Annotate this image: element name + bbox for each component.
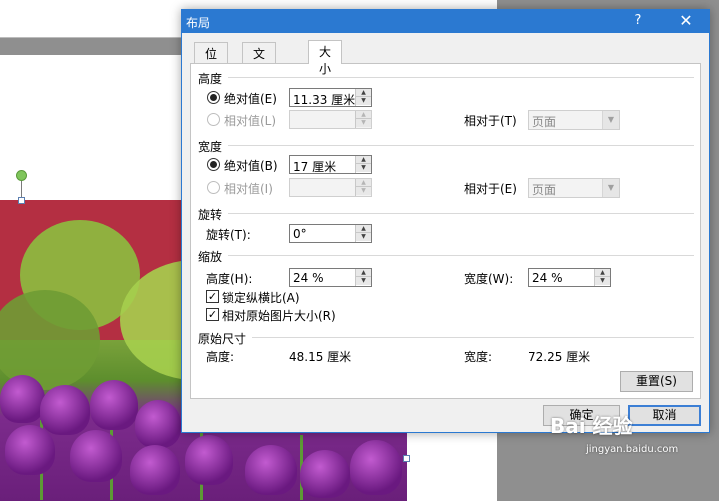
height-absolute-radio[interactable] [207, 91, 220, 104]
rotate-line [21, 180, 22, 198]
photo-tulip [40, 385, 90, 435]
tab-size[interactable]: 大小 [308, 40, 343, 76]
spin-up-icon[interactable]: ▲ [356, 89, 371, 97]
height-relative-stepper[interactable]: ▲ ▼ [289, 110, 372, 129]
width-relative-stepper[interactable]: ▲ ▼ [289, 178, 372, 197]
section-divider [228, 213, 694, 214]
scale-width-label: 宽度(W): [464, 272, 514, 286]
spin-up-icon[interactable]: ▲ [356, 156, 371, 164]
spin-up-icon[interactable]: ▲ [356, 179, 371, 187]
width-relative-to-value: 页面 [532, 183, 557, 197]
height-absolute-stepper[interactable]: 11.33 厘米 ▲ ▼ [289, 88, 372, 107]
rotation-label: 旋转(T): [206, 228, 251, 242]
spin-down-icon[interactable]: ▼ [356, 277, 371, 285]
chevron-down-icon[interactable]: ▼ [602, 111, 619, 129]
spin-down-icon[interactable]: ▼ [356, 119, 371, 127]
relative-original-label: 相对原始图片大小(R) [222, 309, 336, 323]
original-width-label: 宽度: [464, 350, 493, 364]
width-relative-radio[interactable] [207, 181, 220, 194]
width-absolute-stepper[interactable]: 17 厘米 ▲ ▼ [289, 155, 372, 174]
watermark-url: jingyan.baidu.com [586, 444, 679, 455]
selection-handle[interactable] [18, 197, 25, 204]
watermark-logo: Bai 经验 [550, 414, 633, 438]
section-divider [228, 255, 694, 256]
lock-aspect-label: 锁定纵横比(A) [222, 291, 300, 305]
spin-down-icon[interactable]: ▼ [356, 187, 371, 195]
height-relative-to-label: 相对于(T) [464, 114, 517, 128]
photo-tulip [300, 450, 350, 498]
width-absolute-radio[interactable] [207, 158, 220, 171]
original-height-value: 48.15 厘米 [289, 350, 352, 364]
photo-tulip [70, 430, 122, 482]
photo-tulip [90, 380, 138, 430]
scale-height-value: 24 % [293, 271, 324, 285]
size-panel: 高度 绝对值(E) 11.33 厘米 ▲ ▼ 相对值(L) ▲ ▼ 相对于(T) 页… [190, 63, 701, 399]
width-absolute-value: 17 厘米 [293, 160, 337, 174]
spin-down-icon[interactable]: ▼ [356, 164, 371, 172]
spin-up-icon[interactable]: ▲ [356, 111, 371, 119]
photo-tulip [245, 445, 297, 495]
cancel-button[interactable]: 取消 [628, 405, 701, 426]
help-icon[interactable]: ? [629, 13, 647, 28]
section-divider [228, 145, 694, 146]
original-height-label: 高度: [206, 350, 235, 364]
dialog-titlebar[interactable]: 布局 ? ✕ [182, 10, 709, 33]
spin-up-icon[interactable]: ▲ [356, 269, 371, 277]
photo-tulip [130, 445, 180, 495]
width-relative-to-select[interactable]: 页面 ▼ [528, 178, 620, 198]
width-relative-to-label: 相对于(E) [464, 182, 517, 196]
rotation-heading: 旋转 [198, 208, 223, 222]
height-relative-to-value: 页面 [532, 115, 557, 129]
spin-down-icon[interactable]: ▼ [356, 97, 371, 105]
spin-up-icon[interactable]: ▲ [356, 225, 371, 233]
height-absolute-label: 绝对值(E) [224, 92, 277, 106]
lock-aspect-checkbox[interactable]: ✓ [206, 290, 219, 303]
rotation-value: 0° [293, 227, 307, 241]
relative-original-checkbox[interactable]: ✓ [206, 308, 219, 321]
reset-button[interactable]: 重置(S) [620, 371, 693, 392]
width-heading: 宽度 [198, 140, 223, 154]
width-absolute-label: 绝对值(B) [224, 159, 278, 173]
scale-height-stepper[interactable]: 24 % ▲ ▼ [289, 268, 372, 287]
photo-tulip [5, 425, 55, 475]
original-heading: 原始尺寸 [198, 332, 247, 346]
photo-foliage [0, 290, 100, 390]
height-heading: 高度 [198, 72, 223, 86]
spin-up-icon[interactable]: ▲ [595, 269, 610, 277]
dialog-title: 布局 [186, 16, 211, 30]
height-relative-radio[interactable] [207, 113, 220, 126]
selection-handle[interactable] [403, 455, 410, 462]
tab-text-wrap[interactable]: 文字环绕 [242, 42, 277, 112]
scale-width-stepper[interactable]: 24 % ▲ ▼ [528, 268, 611, 287]
close-icon[interactable]: ✕ [671, 11, 701, 31]
original-width-value: 72.25 厘米 [528, 350, 591, 364]
tab-position[interactable]: 位置 [194, 42, 229, 78]
height-relative-label: 相对值(L) [224, 114, 277, 128]
section-divider [252, 337, 694, 338]
photo-tulip [350, 440, 402, 495]
height-relative-to-select[interactable]: 页面 ▼ [528, 110, 620, 130]
height-absolute-value: 11.33 厘米 [293, 93, 356, 107]
section-divider [228, 77, 694, 78]
chevron-down-icon[interactable]: ▼ [602, 179, 619, 197]
layout-dialog: 布局 ? ✕ 位置 文字环绕 大小 高度 绝对值(E) 11.33 厘米 ▲▼ … [181, 9, 710, 433]
photo-tulip [135, 400, 181, 448]
rotate-handle[interactable] [16, 170, 27, 181]
photo-tulip [185, 435, 233, 485]
scale-width-value: 24 % [532, 271, 563, 285]
photo-tulip [0, 375, 45, 423]
spin-down-icon[interactable]: ▼ [595, 277, 610, 285]
spin-down-icon[interactable]: ▼ [356, 233, 371, 241]
scale-height-label: 高度(H): [206, 272, 253, 286]
width-relative-label: 相对值(I) [224, 182, 273, 196]
scale-heading: 缩放 [198, 250, 223, 264]
rotation-stepper[interactable]: 0° ▲ ▼ [289, 224, 372, 243]
